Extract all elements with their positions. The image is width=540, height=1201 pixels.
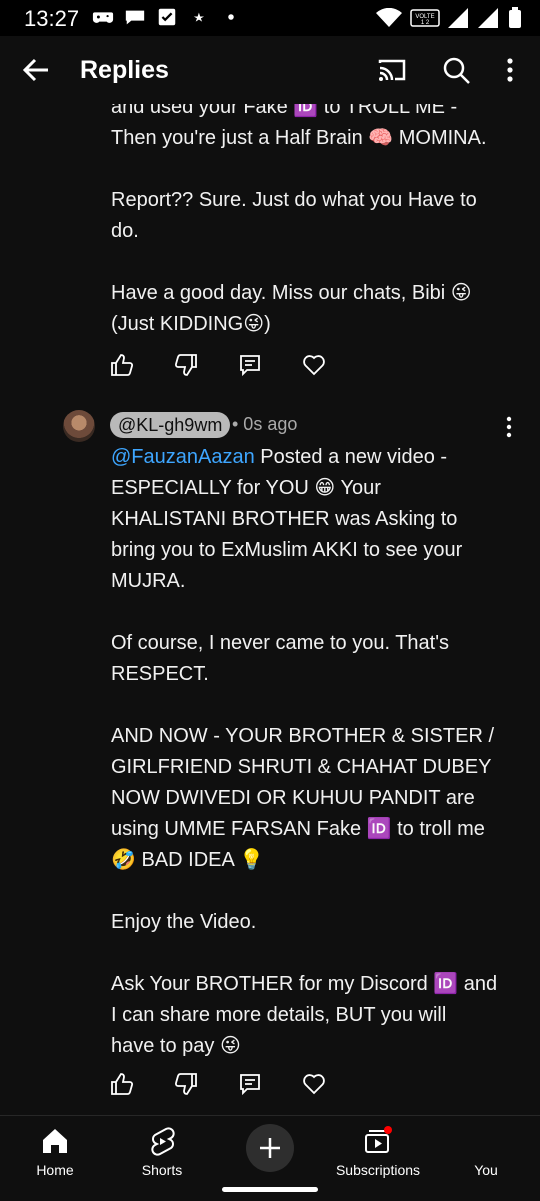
home-icon	[43, 1129, 67, 1153]
nav-you-label: You	[474, 1162, 498, 1178]
like-icon[interactable]	[110, 353, 134, 377]
signal-icon	[448, 8, 468, 28]
reply-body: Posted a new video - ESPECIALLY for YOU …	[111, 446, 498, 1057]
reply-text: @FauzanAazan Posted a new video - ESPECI…	[111, 442, 511, 1062]
reply-icon[interactable]	[238, 1072, 262, 1096]
notification-badge-icon	[384, 1126, 392, 1134]
more-options-icon[interactable]	[494, 54, 526, 86]
mention-link[interactable]: @FauzanAazan	[111, 446, 255, 468]
status-bar: 13:27 VOLTE 1 2	[0, 0, 540, 36]
wifi-icon	[376, 8, 402, 27]
status-time: 13:27	[24, 6, 80, 31]
nav-home[interactable]: Home	[0, 1126, 110, 1178]
gamepad-icon	[92, 12, 114, 23]
avatar[interactable]	[63, 410, 95, 442]
create-button[interactable]	[246, 1124, 294, 1172]
nav-shorts-label: Shorts	[141, 1162, 183, 1178]
subscriptions-icon	[365, 1126, 392, 1153]
comment-time: • 0s ago	[232, 414, 298, 434]
reply-actions	[110, 1072, 326, 1096]
reply-icon[interactable]	[238, 353, 262, 377]
dislike-icon[interactable]	[174, 353, 198, 377]
top-app-bar: Replies	[0, 36, 540, 104]
heart-icon[interactable]	[302, 1072, 326, 1096]
gesture-bar	[222, 1187, 318, 1192]
replies-list[interactable]: and used your Fake 🆔 to TROLL ME - Then …	[0, 104, 540, 1115]
notification-icons	[92, 8, 242, 26]
nav-subscriptions[interactable]: Subscriptions	[323, 1126, 433, 1178]
plus-icon	[260, 1138, 280, 1158]
dislike-icon[interactable]	[174, 1072, 198, 1096]
dot-icon	[228, 14, 234, 20]
battery-icon	[509, 7, 521, 28]
like-icon[interactable]	[110, 1072, 134, 1096]
nav-you[interactable]: You	[431, 1126, 540, 1178]
back-arrow-icon[interactable]	[18, 52, 54, 88]
system-icons: VOLTE 1 2	[376, 7, 522, 29]
checkbox-icon	[158, 8, 176, 26]
signal-icon-2	[478, 8, 498, 28]
page-title: Replies	[80, 56, 169, 84]
you-avatar-placeholder	[431, 1126, 540, 1156]
volte-icon: VOLTE1 2	[410, 9, 440, 27]
comment-actions	[110, 353, 326, 377]
nav-shorts[interactable]: Shorts	[107, 1126, 217, 1178]
heart-icon[interactable]	[302, 353, 326, 377]
shorts-icon	[151, 1127, 175, 1156]
nav-home-label: Home	[36, 1162, 74, 1178]
comment-text: and used your Fake 🆔 to TROLL ME - Then …	[111, 104, 487, 335]
search-icon[interactable]	[440, 54, 472, 86]
chat-icon	[125, 10, 145, 25]
sparkle-icon	[193, 12, 205, 22]
svg-text:1 2: 1 2	[421, 20, 430, 26]
nav-subscriptions-label: Subscriptions	[335, 1162, 421, 1178]
cast-icon[interactable]	[376, 54, 408, 86]
comment-more-icon[interactable]	[497, 414, 521, 440]
author-handle[interactable]: @KL-gh9wm	[110, 412, 231, 438]
